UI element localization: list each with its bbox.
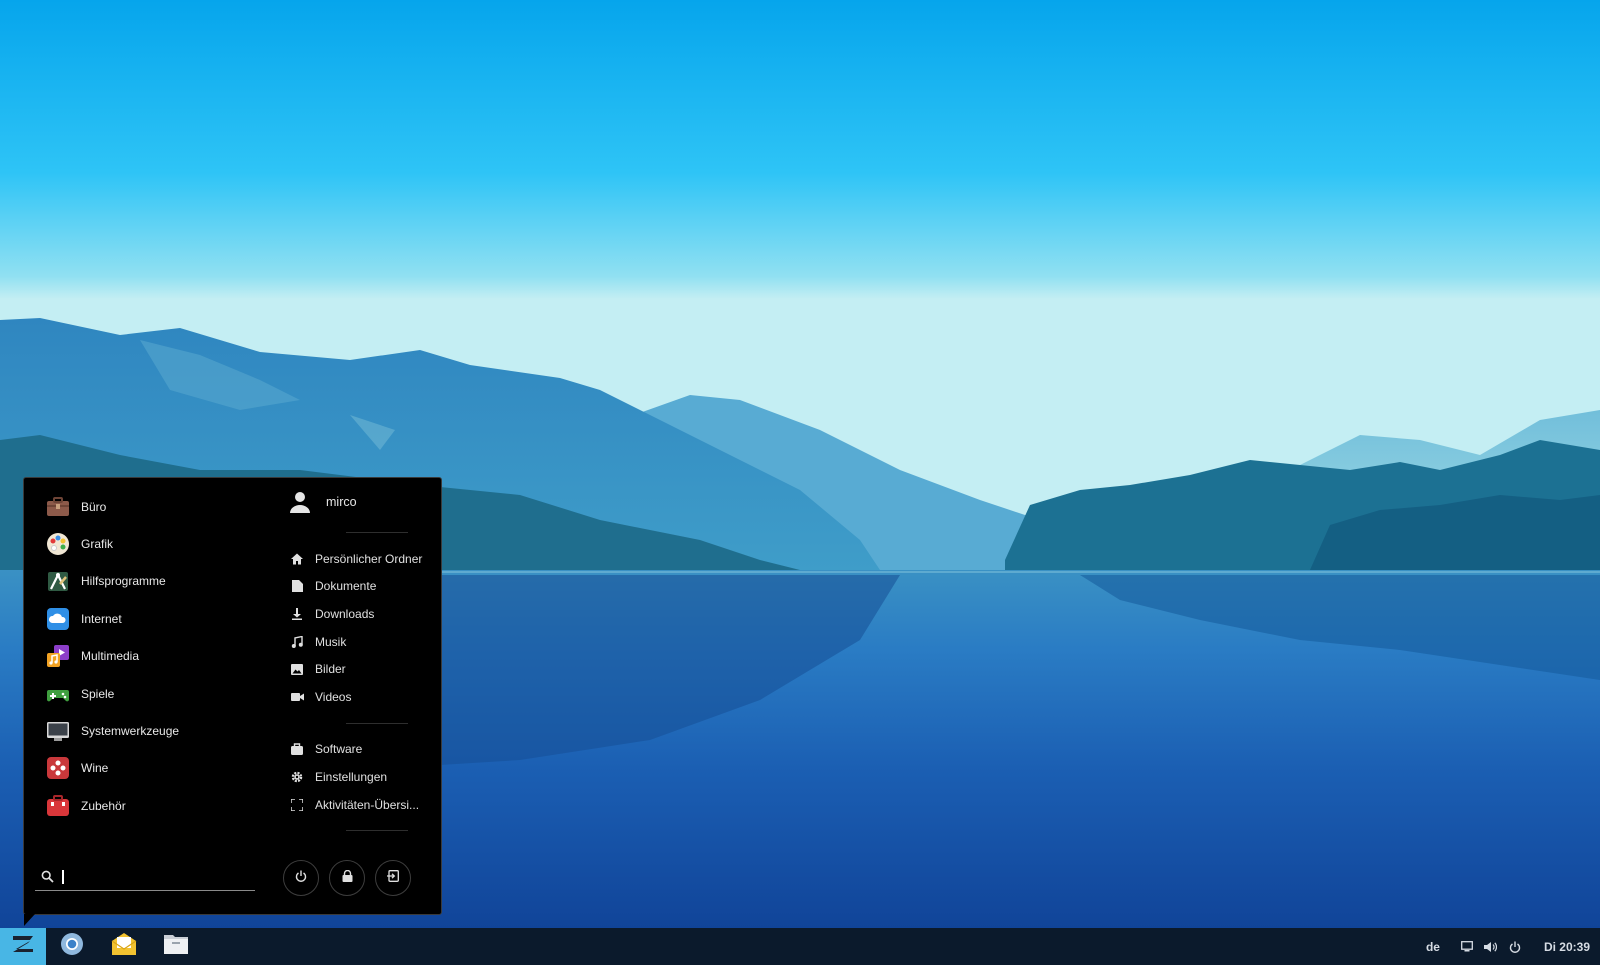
category-hilfsprogramme[interactable]: Hilfsprogramme — [46, 563, 276, 600]
activities-icon — [290, 798, 304, 812]
software-icon — [290, 742, 304, 756]
system-label: Einstellungen — [315, 769, 388, 784]
category-label: Internet — [81, 611, 122, 626]
system-activities[interactable]: Aktivitäten-Übersi... — [282, 791, 432, 819]
place-label: Persönlicher Ordner — [315, 551, 423, 566]
divider — [346, 830, 408, 832]
files-icon — [163, 932, 189, 961]
power-button[interactable] — [283, 860, 319, 896]
briefcase-icon — [46, 495, 70, 519]
home-icon — [290, 552, 304, 566]
category-spiele[interactable]: Spiele — [46, 675, 276, 712]
place-label: Videos — [315, 689, 352, 704]
category-label: Grafik — [81, 537, 114, 552]
gamepad-icon — [46, 682, 70, 706]
search-icon — [41, 870, 55, 884]
category-label: Hilfsprogramme — [81, 574, 166, 589]
category-grafik[interactable]: Grafik — [46, 525, 276, 562]
user-account[interactable]: mirco — [282, 484, 432, 520]
multimedia-icon — [46, 644, 70, 668]
category-internet[interactable]: Internet — [46, 600, 276, 637]
place-videos[interactable]: Videos — [282, 683, 432, 711]
place-label: Musik — [315, 634, 347, 649]
power-tray-icon[interactable] — [1508, 940, 1522, 954]
system-label: Aktivitäten-Übersi... — [315, 797, 420, 812]
keyboard-layout[interactable]: de — [1426, 940, 1440, 954]
taskbar-files[interactable] — [150, 928, 202, 965]
places-panel: mirco Persönlicher Ordner Dokumente Down… — [282, 484, 432, 843]
category-label: Büro — [81, 499, 107, 514]
system-label: Software — [315, 742, 363, 757]
download-icon — [290, 607, 304, 621]
document-icon — [290, 579, 304, 593]
monitor-icon — [46, 719, 70, 743]
place-downloads[interactable]: Downloads — [282, 600, 432, 628]
category-label: Systemwerkzeuge — [81, 724, 180, 739]
place-label: Bilder — [315, 662, 346, 677]
system-settings[interactable]: Einstellungen — [282, 763, 432, 791]
divider — [346, 532, 408, 533]
place-label: Downloads — [315, 606, 375, 621]
taskbar-mail[interactable] — [98, 928, 150, 965]
user-name: mirco — [326, 495, 357, 509]
wine-icon — [46, 756, 70, 780]
search-bar[interactable] — [35, 864, 255, 891]
taskbar-browser[interactable] — [46, 928, 98, 965]
category-label: Spiele — [81, 686, 115, 701]
chromium-icon — [60, 932, 84, 961]
divider — [346, 722, 408, 724]
application-menu: Büro Grafik Hilfsprogramme Internet Mult… — [23, 477, 442, 926]
category-bueroe[interactable]: Büro — [46, 488, 276, 525]
clock[interactable]: Di 20:39 — [1544, 940, 1590, 954]
video-icon — [290, 690, 304, 704]
system-software[interactable]: Software — [282, 736, 432, 764]
place-label: Dokumente — [315, 579, 377, 594]
session-actions — [283, 860, 411, 896]
user-icon — [288, 490, 312, 514]
category-label: Multimedia — [81, 649, 140, 664]
category-list: Büro Grafik Hilfsprogramme Internet Mult… — [46, 488, 276, 825]
search-input[interactable] — [61, 869, 251, 885]
start-menu-button[interactable] — [0, 928, 46, 965]
place-music[interactable]: Musik — [282, 628, 432, 656]
place-documents[interactable]: Dokumente — [282, 573, 432, 601]
category-zubehoer[interactable]: Zubehör — [46, 787, 276, 824]
system-tray: de Di 20:39 — [1426, 928, 1600, 965]
category-label: Zubehör — [81, 798, 126, 813]
volume-icon[interactable] — [1484, 940, 1498, 954]
settings-icon — [290, 770, 304, 784]
mail-icon — [111, 932, 137, 961]
zorin-logo-icon — [10, 933, 36, 960]
power-icon — [295, 869, 307, 887]
category-multimedia[interactable]: Multimedia — [46, 638, 276, 675]
place-pictures[interactable]: Bilder — [282, 655, 432, 683]
toolbox-icon — [46, 794, 70, 818]
taskbar: de Di 20:39 — [0, 928, 1600, 965]
cloud-icon — [46, 607, 70, 631]
music-icon — [290, 635, 304, 649]
category-label: Wine — [81, 761, 109, 776]
lock-button[interactable] — [329, 860, 365, 896]
logout-button[interactable] — [375, 860, 411, 896]
logout-icon — [387, 869, 399, 887]
display-icon[interactable] — [1460, 940, 1474, 954]
place-home[interactable]: Persönlicher Ordner — [282, 545, 432, 573]
category-systemwerkzeuge[interactable]: Systemwerkzeuge — [46, 712, 276, 749]
image-icon — [290, 662, 304, 676]
palette-icon — [46, 532, 70, 556]
category-wine[interactable]: Wine — [46, 750, 276, 787]
lock-icon — [342, 869, 353, 887]
text-cursor — [62, 870, 64, 884]
utilities-icon — [46, 569, 70, 593]
